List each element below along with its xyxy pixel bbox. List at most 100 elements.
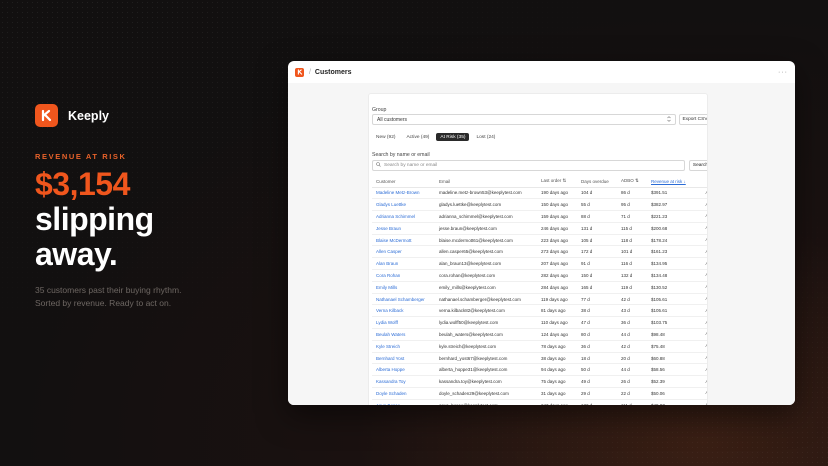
cell-customer[interactable]: Lydia Wolff (372, 316, 435, 330)
table-row[interactable]: Doyle Schaden doyle_schaden29@keeplytest.… (372, 387, 707, 400)
open-customer-icon[interactable]: ↗ (697, 399, 707, 405)
cell-customer[interactable]: Alberta Hoppe (372, 363, 435, 377)
cell-adbo: 71 d (617, 210, 647, 223)
cell-adbo: 26 d (617, 375, 647, 389)
cell-customer[interactable]: Cora Rohan (372, 269, 435, 282)
open-customer-icon[interactable]: ↗ (697, 269, 707, 282)
table-row[interactable]: Anya Boscoanya_bosco@keeplytest.com243 d… (372, 399, 707, 405)
cell-customer[interactable]: Bernhard Yost (372, 352, 435, 365)
cell-customer[interactable]: Verna Kilback (372, 304, 435, 318)
cell-customer[interactable]: Doyle Schaden (372, 387, 435, 400)
more-options-icon[interactable]: ··· (778, 69, 788, 76)
cell-days-overdue: 55 d (577, 198, 617, 212)
table-row[interactable]: Cora Rohan cora.rohan@keeplytest.com 282 d… (372, 269, 707, 282)
cell-adbo: 115 d (617, 222, 647, 235)
open-customer-icon[interactable]: ↗ (697, 210, 707, 223)
table-row[interactable]: Blaise McDermott blaise.mcdermott61@keepl… (372, 234, 707, 247)
cell-revenue: $105.61 (647, 293, 697, 306)
table-row[interactable]: Jesse Braun jesse.braun@keeplytest.com 246… (372, 222, 707, 235)
cell-customer[interactable]: Madeline Metz-Brown (372, 187, 435, 200)
open-customer-icon[interactable]: ↗ (697, 257, 707, 271)
cell-last-order: 190 days ago (537, 187, 577, 200)
eyebrow: REVENUE AT RISK (35, 152, 127, 161)
open-customer-icon[interactable]: ↗ (697, 387, 707, 400)
cell-email: gladys.luettke@keeplytest.com (435, 198, 537, 212)
open-customer-icon[interactable]: ↗ (697, 375, 707, 389)
table-row[interactable]: Beulah Waters beulah_waters@keeplytest.co… (372, 328, 707, 341)
table-row[interactable]: Lydia Wolff lydia.wolff50@keeplytest.com 1… (372, 316, 707, 330)
table-row[interactable]: Alberta Hoppe alberta_hoppe31@keeplytest.… (372, 363, 707, 377)
cell-adbo: 44 d (617, 328, 647, 341)
cell-revenue: $105.61 (647, 304, 697, 318)
cell-adbo: 20 d (617, 352, 647, 365)
cell-last-order: 282 days ago (537, 269, 577, 282)
cell-customer[interactable]: Kassandra Toy (372, 375, 435, 389)
cell-customer[interactable]: Blaise McDermott (372, 234, 435, 247)
search-button[interactable]: Search (689, 160, 707, 171)
cell-adbo: 44 d (617, 363, 647, 377)
headline-amount: $3,154 (35, 166, 130, 202)
export-csv-button[interactable]: Export CSV (679, 114, 707, 125)
search-input[interactable]: Search by name or email (372, 160, 685, 171)
table-row[interactable]: Gladys Luettke gladys.luettke@keeplytest.… (372, 198, 707, 212)
cell-customer[interactable]: Kyle Streich (372, 340, 435, 353)
cell-days-overdue: 47 d (577, 316, 617, 330)
tab-at-risk[interactable]: At Risk (35) (436, 133, 470, 141)
cell-email: emily_mills@keeplytest.com (435, 281, 537, 294)
tab-lost[interactable]: Lost (24) (472, 133, 499, 141)
table-row[interactable]: Emily Mills emily_mills@keeplytest.com 284… (372, 281, 707, 294)
cell-adbo: 118 d (617, 234, 647, 247)
col-last-order[interactable]: Last order ⇅ (537, 176, 577, 188)
keeply-logo-icon (35, 104, 58, 127)
open-customer-icon[interactable]: ↗ (697, 187, 707, 200)
cell-customer[interactable]: Adrianna Schimmel (372, 210, 435, 223)
table-row[interactable]: Madeline Metz-Brown madeline.metz-brown53… (372, 187, 707, 200)
col-adbo[interactable]: ADBO ⇅ (617, 176, 647, 188)
table-row[interactable]: Adrianna Schimmel adrianna_schimmel@keepl… (372, 210, 707, 223)
table-row[interactable]: Alan Braun alan_braun13@keeplytest.com 207… (372, 257, 707, 271)
chevron-updown-icon (667, 115, 671, 124)
cell-customer[interactable]: Anya Bosco (372, 399, 435, 405)
open-customer-icon[interactable]: ↗ (697, 222, 707, 235)
open-customer-icon[interactable]: ↗ (697, 198, 707, 212)
open-customer-icon[interactable]: ↗ (697, 340, 707, 353)
cell-revenue: $221.23 (647, 210, 697, 223)
open-customer-icon[interactable]: ↗ (697, 304, 707, 318)
tab-new[interactable]: New (92) (372, 133, 399, 141)
open-customer-icon[interactable]: ↗ (697, 293, 707, 306)
cell-customer[interactable]: Nathanael Schamberger (372, 293, 435, 306)
cell-customer[interactable]: Allen Casper (372, 245, 435, 259)
table-row[interactable]: Verna Kilback verna.kilback82@keeplytest.… (372, 304, 707, 318)
group-select[interactable]: All customers (372, 114, 676, 125)
cell-email: doyle_schaden29@keeplytest.com (435, 387, 537, 400)
cell-customer[interactable]: Alan Braun (372, 257, 435, 271)
open-customer-icon[interactable]: ↗ (697, 234, 707, 247)
open-customer-icon[interactable]: ↗ (697, 352, 707, 365)
table-row[interactable]: Kyle Streich kyle.streich@keeplytest.com 7… (372, 340, 707, 353)
open-customer-icon[interactable]: ↗ (697, 245, 707, 259)
tab-active[interactable]: Active (49) (402, 133, 433, 141)
search-icon (376, 162, 381, 169)
cell-revenue: $200.68 (647, 222, 697, 235)
table-header: Customer Email Last order ⇅ Days overdue… (372, 176, 707, 188)
open-customer-icon[interactable]: ↗ (697, 328, 707, 341)
table-row[interactable]: Allen Casper allen.casper65@keeplytest.co… (372, 245, 707, 259)
open-customer-icon[interactable]: ↗ (697, 316, 707, 330)
search-placeholder: Search by name or email (384, 163, 438, 168)
open-customer-icon[interactable]: ↗ (697, 363, 707, 377)
cell-customer[interactable]: Beulah Waters (372, 328, 435, 341)
cell-adbo: 101 d (617, 245, 647, 259)
cell-customer[interactable]: Gladys Luettke (372, 198, 435, 212)
cell-customer[interactable]: Jesse Braun (372, 222, 435, 235)
col-revenue-at-risk[interactable]: Revenue at risk ↓ (647, 176, 697, 188)
col-days-overdue[interactable]: Days overdue (577, 176, 617, 188)
open-customer-icon[interactable]: ↗ (697, 281, 707, 294)
table-row[interactable]: Kassandra Toy kassandra.toy@keeplytest.co… (372, 375, 707, 389)
cell-last-order: 124 days ago (537, 328, 577, 341)
cell-customer[interactable]: Emily Mills (372, 281, 435, 294)
col-email[interactable]: Email (435, 176, 537, 188)
table-row[interactable]: Bernhard Yost bernhard_yost67@keeplytest.… (372, 352, 707, 365)
cell-days-overdue: 132 d (577, 399, 617, 405)
col-customer[interactable]: Customer (372, 176, 435, 188)
table-row[interactable]: Nathanael Schamberger nathanael.schamberg… (372, 293, 707, 306)
